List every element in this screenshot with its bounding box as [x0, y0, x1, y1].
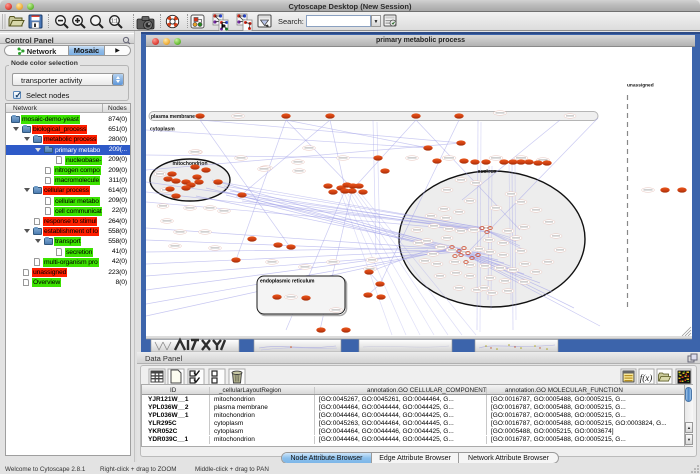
svg-text:f(x): f(x): [640, 373, 653, 383]
svg-text:1:1: 1:1: [111, 19, 118, 25]
svg-text:plasma membrane: plasma membrane: [151, 114, 195, 120]
svg-text:endoplasmic reticulum: endoplasmic reticulum: [260, 279, 315, 285]
svg-text:unassigned: unassigned: [627, 83, 654, 89]
